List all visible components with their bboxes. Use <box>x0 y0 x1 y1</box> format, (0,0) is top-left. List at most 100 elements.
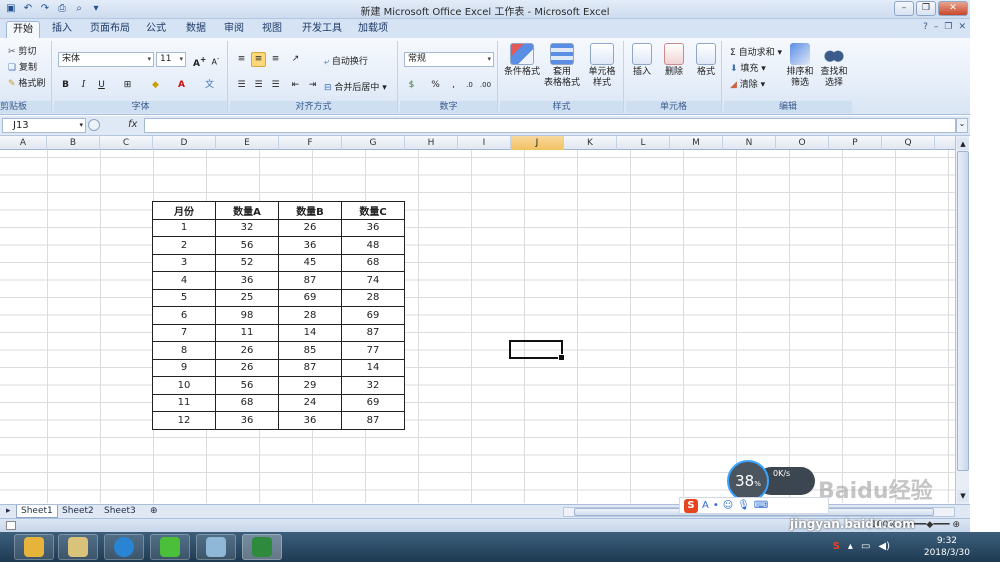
clear-button[interactable]: ◢ 清除 ▾ <box>730 77 765 90</box>
table-cell[interactable]: 87 <box>278 358 342 377</box>
number-format-select[interactable]: 常规 ▾ <box>404 52 494 67</box>
align-right-icon[interactable]: ☰ <box>268 78 283 93</box>
name-box[interactable]: J13 ▾ <box>2 118 86 133</box>
table-cell[interactable]: 36 <box>278 236 342 255</box>
ime-punct-icon[interactable]: • <box>713 500 719 511</box>
table-cell[interactable]: 26 <box>215 358 279 377</box>
table-cell[interactable]: 29 <box>278 376 342 395</box>
column-header-p[interactable]: P <box>829 136 882 150</box>
column-header-m[interactable]: M <box>670 136 723 150</box>
network-icon[interactable]: ▭ <box>861 541 870 552</box>
table-cell[interactable]: 8 <box>152 341 216 360</box>
decrease-indent-icon[interactable]: ⇤ <box>288 78 303 93</box>
autosum-button[interactable]: Σ 自动求和 ▾ <box>730 45 782 58</box>
column-header-f[interactable]: F <box>279 136 342 150</box>
vertical-scrollbar[interactable]: ▲ ▼ <box>955 136 969 504</box>
sheet-tab-3[interactable]: Sheet3 <box>100 505 140 518</box>
active-cell-j13[interactable] <box>509 340 565 361</box>
column-header-n[interactable]: N <box>723 136 776 150</box>
tab-home[interactable]: 开始 <box>6 21 40 38</box>
tab-review[interactable]: 审阅 <box>218 21 250 38</box>
tab-view[interactable]: 视图 <box>256 21 288 38</box>
tab-data[interactable]: 数据 <box>180 21 212 38</box>
bold-icon[interactable]: B <box>58 78 73 93</box>
expand-formula-icon[interactable]: ⌄ <box>956 118 968 133</box>
table-cell[interactable]: 2 <box>152 236 216 255</box>
align-bottom-icon[interactable]: ≡ <box>268 52 283 67</box>
wrap-text-button[interactable]: ⤶ 自动换行 <box>324 54 368 67</box>
table-cell[interactable]: 14 <box>278 323 342 342</box>
orientation-icon[interactable]: ↗ <box>288 52 303 67</box>
table-cell[interactable]: 7 <box>152 323 216 342</box>
taskbar-app-generic[interactable] <box>196 534 236 560</box>
table-cell[interactable]: 87 <box>341 323 405 342</box>
table-cell[interactable]: 9 <box>152 358 216 377</box>
insert-function-button[interactable]: fx <box>128 119 137 130</box>
percent-icon[interactable]: % <box>428 78 443 93</box>
column-header-i[interactable]: I <box>458 136 511 150</box>
column-header-j[interactable]: J <box>511 136 564 150</box>
currency-icon[interactable]: $ <box>404 78 419 93</box>
table-cell[interactable]: 74 <box>341 271 405 290</box>
fill-button[interactable]: ⬇ 填充 ▾ <box>730 61 766 74</box>
table-cell[interactable]: 87 <box>341 411 405 430</box>
ime-keyboard-icon[interactable]: ⌨ <box>754 500 768 511</box>
table-cell[interactable]: 69 <box>278 288 342 307</box>
restore-button[interactable]: ❐ <box>916 1 936 16</box>
table-cell[interactable]: 85 <box>278 341 342 360</box>
column-header-c[interactable]: C <box>100 136 153 150</box>
comma-icon[interactable]: , <box>446 78 461 93</box>
align-middle-icon[interactable]: ≡ <box>251 52 266 67</box>
table-cell[interactable]: 68 <box>341 253 405 272</box>
table-cell[interactable]: 6 <box>152 306 216 325</box>
merge-center-button[interactable]: ⊟ 合并后居中 ▾ <box>324 80 387 93</box>
formula-cancel-icon[interactable] <box>88 119 100 131</box>
table-cell[interactable]: 32 <box>341 376 405 395</box>
table-cell[interactable]: 11 <box>215 323 279 342</box>
tray-expand-icon[interactable]: ▴ <box>848 541 853 552</box>
table-cell[interactable]: 36 <box>278 411 342 430</box>
sheet-tab-1[interactable]: Sheet1 <box>16 505 58 518</box>
cut-button[interactable]: ✂ 剪切 <box>8 44 36 57</box>
align-center-icon[interactable]: ☰ <box>251 78 266 93</box>
table-cell[interactable]: 12 <box>152 411 216 430</box>
increase-indent-icon[interactable]: ⇥ <box>305 78 320 93</box>
tray-sogou-icon[interactable]: S <box>833 541 840 552</box>
column-header-k[interactable]: K <box>564 136 617 150</box>
taskbar-app-excel[interactable] <box>242 534 282 560</box>
table-cell[interactable]: 52 <box>215 253 279 272</box>
column-header-o[interactable]: O <box>776 136 829 150</box>
table-cell[interactable]: 14 <box>341 358 405 377</box>
underline-icon[interactable]: U <box>94 78 109 93</box>
table-cell[interactable]: 11 <box>152 393 216 412</box>
scroll-down-icon[interactable]: ▼ <box>957 490 969 502</box>
table-cell[interactable]: 48 <box>341 236 405 255</box>
column-header-l[interactable]: L <box>617 136 670 150</box>
table-cell[interactable]: 56 <box>215 236 279 255</box>
column-header-g[interactable]: G <box>342 136 405 150</box>
table-cell[interactable]: 3 <box>152 253 216 272</box>
vertical-scroll-thumb[interactable] <box>957 151 969 471</box>
column-header-a[interactable]: A <box>0 136 47 150</box>
ime-lang-icon[interactable]: A <box>702 500 709 511</box>
table-cell[interactable]: 56 <box>215 376 279 395</box>
table-cell[interactable]: 45 <box>278 253 342 272</box>
taskbar-app-explorer[interactable] <box>58 534 98 560</box>
table-cell[interactable]: 24 <box>278 393 342 412</box>
delete-cells-button[interactable]: 删除 <box>658 43 690 78</box>
worksheet-grid[interactable]: 月份 数量A 数量B 数量C 1 32 26 36 2 56 36 48 3 52 45 68 4 36 8… <box>0 150 955 503</box>
table-cell[interactable]: 28 <box>341 288 405 307</box>
insert-cells-button[interactable]: 插入 <box>626 43 658 78</box>
help-icon[interactable]: ? <box>923 22 928 32</box>
table-cell[interactable]: 26 <box>278 218 342 237</box>
ime-voice-icon[interactable]: 🎙 <box>737 500 750 511</box>
table-cell[interactable]: 77 <box>341 341 405 360</box>
phonetic-icon[interactable]: 文 <box>202 78 217 93</box>
tab-page-layout[interactable]: 页面布局 <box>84 21 136 38</box>
table-cell[interactable]: 4 <box>152 271 216 290</box>
column-header-b[interactable]: B <box>47 136 100 150</box>
align-top-icon[interactable]: ≡ <box>234 52 249 67</box>
column-header-h[interactable]: H <box>405 136 458 150</box>
column-header-e[interactable]: E <box>216 136 279 150</box>
align-left-icon[interactable]: ☰ <box>234 78 249 93</box>
